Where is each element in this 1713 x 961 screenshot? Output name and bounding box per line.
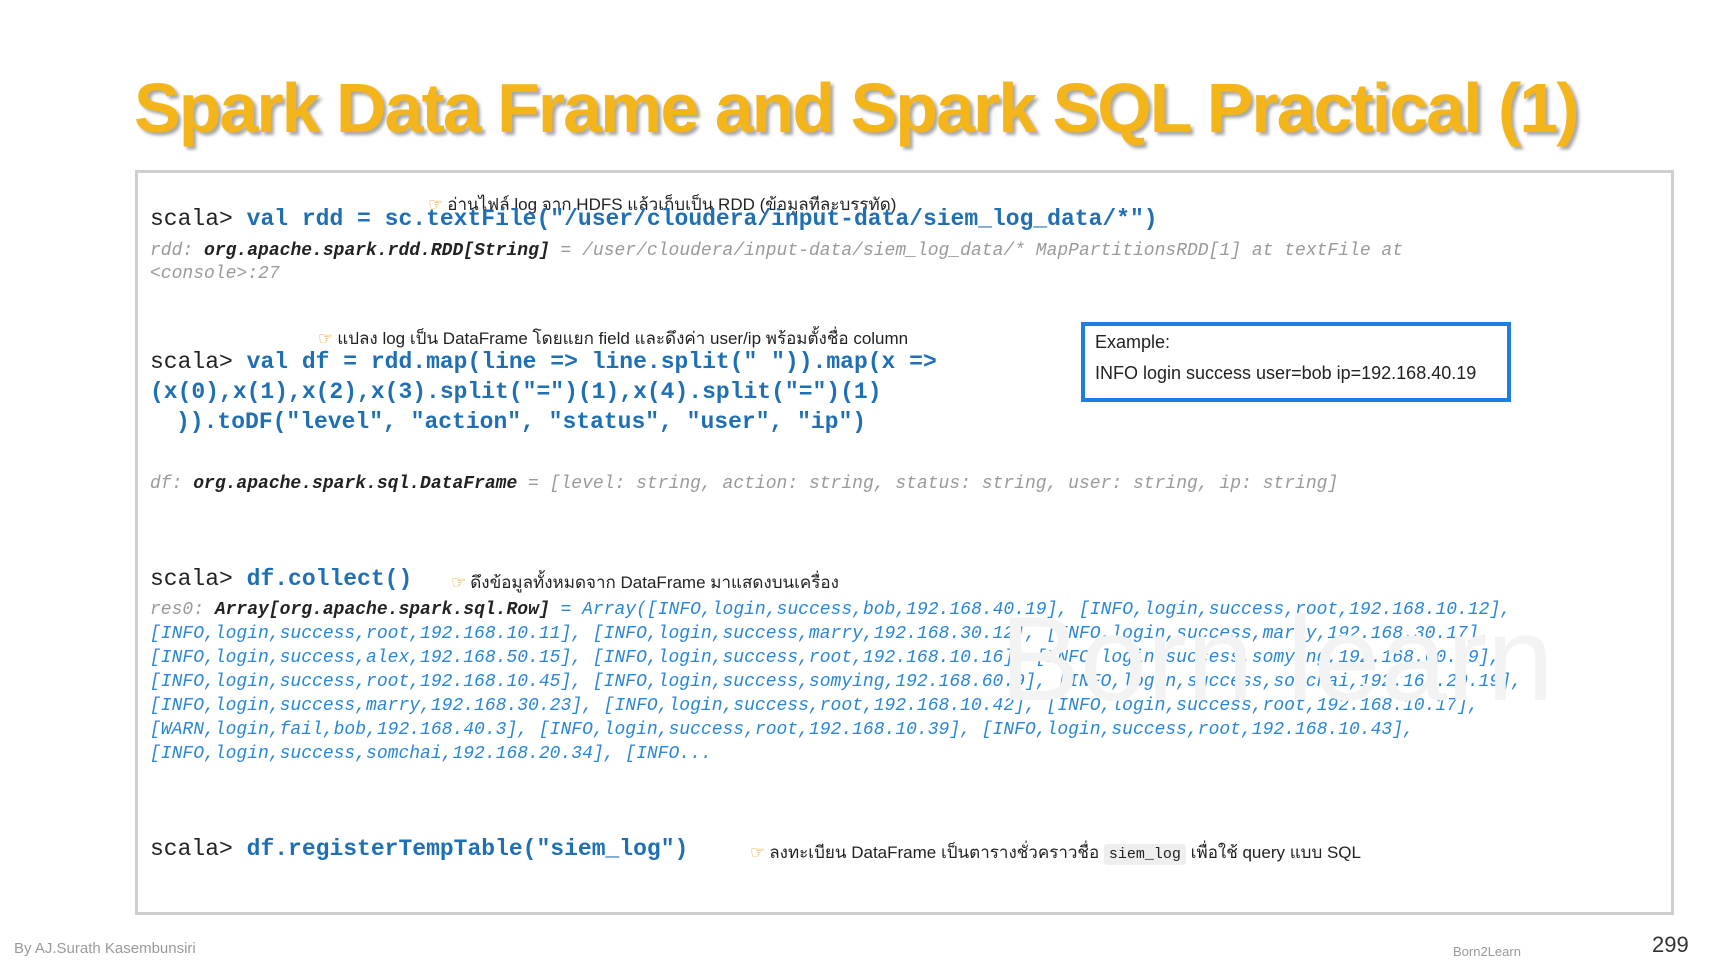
command-register-table: scala> df.registerTempTable("siem_log"): [150, 836, 688, 862]
output-rdd: rdd: org.apache.spark.rdd.RDD[String] = …: [150, 241, 1404, 261]
output-collect-first: res0: Array[org.apache.spark.sql.Row] = …: [150, 600, 1512, 620]
output-rdd-line2: <console>:27: [150, 264, 280, 284]
footer-brand: Born2Learn: [1453, 944, 1521, 959]
result-row: [WARN,login,fail,bob,192.168.40.3], [INF…: [150, 720, 1414, 740]
scala-prompt: scala>: [150, 206, 233, 232]
example-label: Example:: [1095, 332, 1171, 352]
note-to-dataframe: ☞ แปลง log เป็น DataFrame โดยแยก field แล…: [318, 329, 909, 348]
example-text: INFO login success user=bob ip=192.168.4…: [1095, 363, 1477, 383]
code-line-2: (x(0),x(1),x(2),x(3).split("=")(1),x(4).…: [150, 379, 882, 405]
code-collect: df.collect(): [246, 566, 413, 592]
slide-title: Spark Data Frame and Spark SQL Practical…: [134, 69, 1580, 147]
code-panel: ☞ อ่านไฟล์ log จาก HDFS แล้วเก็บเป็น RDD …: [135, 170, 1674, 915]
result-row: [INFO,login,success,somchai,192.168.20.3…: [150, 744, 712, 764]
command-read-file: scala> val rdd = sc.textFile("/user/clou…: [150, 206, 1158, 232]
code-register-table: df.registerTempTable("siem_log"): [246, 836, 689, 862]
code-line-1: val df = rdd.map(line => line.split(" ")…: [246, 349, 937, 375]
inline-table-name: siem_log: [1103, 844, 1186, 865]
pointing-hand-icon: ☞: [750, 843, 766, 862]
command-to-dataframe: scala> val df = rdd.map(line => line.spl…: [150, 349, 937, 375]
scala-prompt: scala>: [150, 349, 233, 375]
pointing-hand-icon: ☞: [451, 573, 467, 592]
code-read-file: val rdd = sc.textFile("/user/cloudera/in…: [246, 206, 1158, 232]
output-dataframe: df: org.apache.spark.sql.DataFrame = [le…: [150, 474, 1339, 494]
result-row: [INFO,login,success,root,192.168.10.11],…: [150, 624, 1490, 644]
page-number: 299: [1652, 932, 1689, 957]
pointing-hand-icon: ☞: [318, 329, 334, 348]
scala-prompt: scala>: [150, 566, 233, 592]
result-row: [INFO,login,success,alex,192.168.50.15],…: [150, 648, 1501, 668]
command-collect: scala> df.collect(): [150, 566, 412, 592]
example-box: Example: INFO login success user=bob ip=…: [1081, 322, 1511, 402]
note-register-table: ☞ ลงทะเบียน DataFrame เป็นตารางชั่วคราวชื…: [750, 843, 1361, 865]
footer-author: By AJ.Surath Kasembunsiri: [14, 940, 196, 957]
code-line-3: )).toDF("level", "action", "status", "us…: [176, 409, 867, 435]
result-row: [INFO,login,success,marry,192.168.30.23]…: [150, 696, 1479, 716]
note-collect: ☞ ดึงข้อมูลทั้งหมดจาก DataFrame มาแสดงบนเ…: [451, 573, 839, 592]
result-row: [INFO,login,success,root,192.168.10.45],…: [150, 672, 1522, 692]
scala-prompt: scala>: [150, 836, 233, 862]
